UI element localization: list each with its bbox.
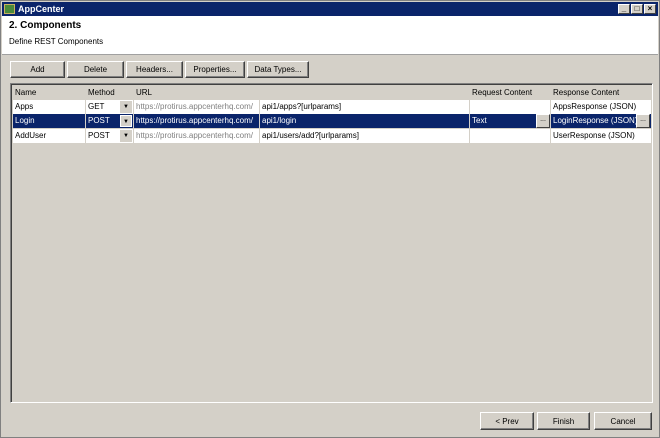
close-button[interactable]: × (644, 4, 656, 14)
path-cell[interactable]: api1/apps?[urlparams] (260, 100, 470, 115)
data-types-button[interactable]: Data Types... (247, 61, 309, 78)
table-row[interactable]: AddUser POST ▼ https://protirus.appcenter… (13, 129, 652, 144)
chevron-down-icon[interactable]: ▼ (120, 115, 132, 127)
finish-button[interactable]: Finish (537, 412, 590, 430)
base-url-cell[interactable]: https://protirus.appcenterhq.com/ (134, 129, 260, 144)
request-ellipsis-button[interactable]: ... (536, 114, 550, 128)
column-header-url[interactable]: URL (134, 86, 470, 101)
properties-button[interactable]: Properties... (185, 61, 245, 78)
request-cell[interactable]: Text... (470, 114, 551, 129)
method-value: POST (88, 131, 110, 140)
name-cell[interactable]: AddUser (13, 129, 86, 144)
column-header-method[interactable]: Method (86, 86, 134, 101)
method-cell[interactable]: GET ▼ (86, 100, 134, 115)
method-cell[interactable]: POST ▼ (86, 129, 134, 144)
app-icon (4, 4, 15, 14)
column-header-name[interactable]: Name (13, 86, 86, 101)
grid-header-row: Name Method URL Request Content Response… (13, 86, 652, 101)
wizard-header: 2. Components Define REST Components (2, 16, 658, 55)
path-cell[interactable]: api1/users/add?[urlparams] (260, 129, 470, 144)
components-grid: Name Method URL Request Content Response… (10, 83, 653, 403)
minimize-button[interactable]: _ (618, 4, 630, 14)
method-value: POST (88, 116, 110, 125)
response-cell[interactable]: AppsResponse (JSON) (551, 100, 652, 115)
table-row-selected[interactable]: Login POST ▼ https://protirus.appcenterhq… (13, 114, 652, 129)
title-bar: AppCenter _ □ × (2, 2, 658, 16)
name-cell[interactable]: Login (13, 114, 86, 129)
maximize-button[interactable]: □ (631, 4, 643, 14)
method-cell[interactable]: POST ▼ (86, 114, 134, 129)
column-header-request[interactable]: Request Content (470, 86, 551, 101)
request-cell[interactable] (470, 129, 551, 144)
name-cell[interactable]: Apps (13, 100, 86, 115)
app-window: AppCenter _ □ × 2. Components Define RES… (0, 0, 660, 438)
page-title: 2. Components (9, 20, 82, 31)
add-button[interactable]: Add (10, 61, 65, 78)
table-row[interactable]: Apps GET ▼ https://protirus.appcenterhq.c… (13, 100, 652, 115)
chevron-down-icon[interactable]: ▼ (120, 130, 132, 142)
response-ellipsis-button[interactable]: ... (636, 114, 650, 128)
headers-button[interactable]: Headers... (126, 61, 183, 78)
request-value: Text (472, 116, 487, 125)
chevron-down-icon[interactable]: ▼ (120, 101, 132, 113)
response-cell[interactable]: LoginResponse (JSON)... (551, 114, 652, 129)
cancel-button[interactable]: Cancel (594, 412, 652, 430)
window-title: AppCenter (18, 4, 65, 14)
page-subtitle: Define REST Components (9, 37, 104, 46)
base-url-cell[interactable]: https://protirus.appcenterhq.com/ (134, 114, 260, 129)
method-value: GET (88, 102, 105, 111)
response-cell[interactable]: UserResponse (JSON) (551, 129, 652, 144)
path-cell[interactable]: api1/login (260, 114, 470, 129)
column-header-response[interactable]: Response Content (551, 86, 652, 101)
request-cell[interactable] (470, 100, 551, 115)
base-url-cell[interactable]: https://protirus.appcenterhq.com/ (134, 100, 260, 115)
delete-button[interactable]: Delete (67, 61, 124, 78)
response-value: LoginResponse (JSON) (553, 116, 638, 125)
prev-button[interactable]: < Prev (480, 412, 534, 430)
